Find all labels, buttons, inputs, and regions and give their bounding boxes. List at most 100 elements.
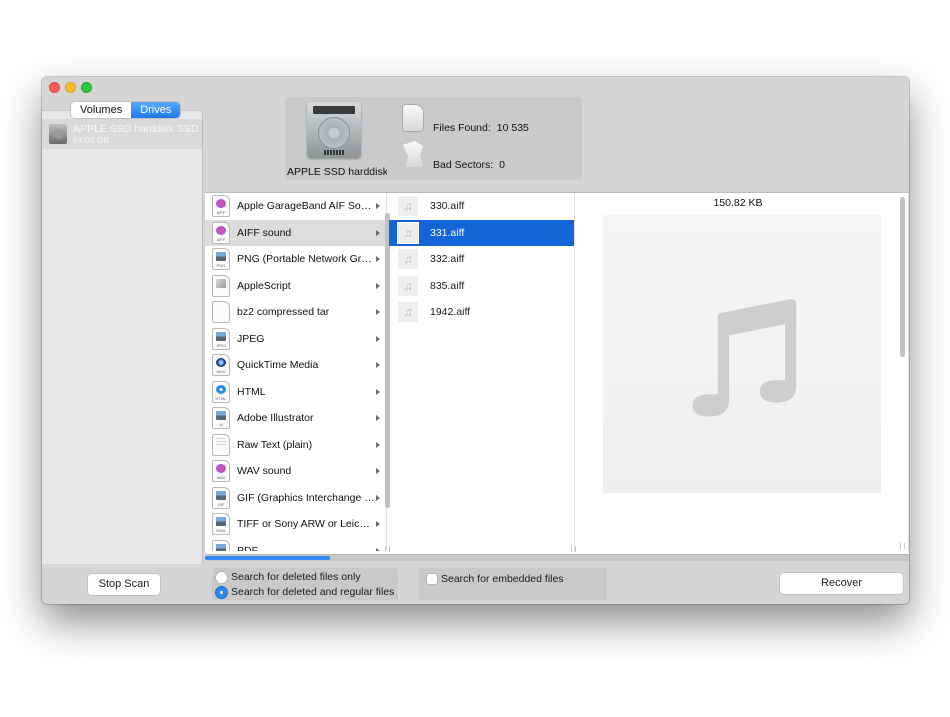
file-type-item[interactable]: PNG PNG (Portable Network Graphi... bbox=[205, 246, 386, 273]
file-type-glyph bbox=[216, 331, 226, 341]
preview-scrollbar[interactable] bbox=[900, 197, 905, 357]
drive-vent bbox=[324, 150, 344, 155]
file-type-item[interactable]: WAV WAV sound bbox=[205, 458, 386, 485]
drive-list-item[interactable]: APPLE SSD harddisk SSD 64.00 GB bbox=[42, 119, 202, 149]
audio-file-icon: ♫ bbox=[398, 249, 418, 270]
file-type-glyph bbox=[216, 411, 226, 421]
close-window-button[interactable] bbox=[49, 82, 60, 93]
drive-name: APPLE SSD harddisk SSD bbox=[73, 122, 199, 135]
files-found: Files Found: 10 535 bbox=[433, 122, 529, 134]
title-bar bbox=[42, 77, 909, 97]
file-size-label: 150.82 KB bbox=[713, 197, 763, 209]
file-ext-label: JPEG bbox=[215, 342, 227, 348]
file-ext-label: RAW bbox=[216, 528, 226, 534]
file-type-item[interactable]: AppleScript bbox=[205, 273, 386, 300]
column-resize-handle[interactable] bbox=[900, 543, 905, 549]
file-ext-label: WAV bbox=[216, 475, 226, 481]
file-name: 332.aiff bbox=[430, 253, 465, 266]
file-type-item[interactable]: bz2 compressed tar bbox=[205, 299, 386, 326]
image-file-icon: RAW bbox=[213, 514, 229, 535]
music-note-icon bbox=[692, 299, 797, 417]
radio-deleted-and-regular[interactable]: Search for deleted and regular files bbox=[216, 586, 394, 598]
file-type-glyph bbox=[216, 278, 226, 288]
image-file-icon: GIF bbox=[213, 487, 229, 508]
drive-text: APPLE SSD harddisk SSD 64.00 GB bbox=[73, 122, 199, 145]
file-type-item[interactable]: PDF bbox=[205, 538, 386, 551]
file-type-label: PNG (Portable Network Graphi... bbox=[237, 253, 375, 266]
bad-sectors-label: Bad Sectors: bbox=[433, 159, 494, 171]
files-column: ♫ 330.aiff ♫ 331.aiff ♫ 332.aiff ♫ 835.aiff ♫ 194… bbox=[389, 193, 575, 551]
scan-summary-panel: APPLE SSD harddisk SSD Files Found: 10 53… bbox=[285, 97, 582, 180]
file-type-label: GIF (Graphics Interchange For... bbox=[237, 491, 375, 504]
audio-file-icon: ♫ bbox=[398, 302, 418, 323]
file-list-item[interactable]: ♫ 330.aiff bbox=[389, 193, 574, 220]
file-type-item[interactable]: HTML HTML bbox=[205, 379, 386, 406]
horizontal-scrollbar-thumb[interactable] bbox=[205, 556, 330, 560]
file-type-item[interactable]: AIFF AIFF sound bbox=[205, 219, 386, 246]
file-list-item[interactable]: ♫ 332.aiff bbox=[389, 246, 574, 273]
file-type-label: JPEG bbox=[237, 332, 265, 345]
embedded-files-group: Search for embedded files bbox=[419, 568, 607, 600]
file-type-item[interactable]: AIFF Apple GarageBand AIF Sound... bbox=[205, 193, 386, 220]
radio-deleted-only[interactable]: Search for deleted files only bbox=[216, 571, 361, 583]
music-file-icon: WAV bbox=[213, 461, 229, 482]
music-file-icon: AIFF bbox=[213, 196, 229, 217]
file-type-glyph bbox=[216, 517, 226, 527]
file-type-glyph bbox=[216, 543, 226, 551]
file-ext-label: HTML bbox=[215, 395, 227, 401]
radio-button-selected[interactable] bbox=[216, 586, 227, 598]
file-type-item[interactable]: GIF GIF (Graphics Interchange For... bbox=[205, 485, 386, 512]
files-found-icon bbox=[403, 105, 423, 131]
file-type-item[interactable]: MOV QuickTime Media bbox=[205, 352, 386, 379]
hard-drive-icon bbox=[49, 124, 67, 144]
tab-volumes[interactable]: Volumes bbox=[71, 102, 132, 118]
app-window: Volumes Drives APPLE SSD harddisk SSD 64… bbox=[42, 77, 909, 604]
files-found-value: 10 535 bbox=[496, 122, 529, 134]
file-type-label: PDF bbox=[237, 544, 258, 551]
search-mode-group: Search for deleted files only Search for… bbox=[212, 568, 398, 600]
recover-button[interactable]: Recover bbox=[780, 573, 903, 594]
preview-pane: 150.82 KB bbox=[577, 193, 909, 551]
file-type-label: Apple GarageBand AIF Sound... bbox=[237, 200, 375, 213]
drives-sidebar: APPLE SSD harddisk SSD 64.00 GB bbox=[42, 110, 203, 564]
stop-scan-button[interactable]: Stop Scan bbox=[88, 574, 160, 595]
text-file-icon bbox=[213, 434, 229, 455]
image-file-icon bbox=[213, 540, 229, 551]
radio-button[interactable] bbox=[216, 571, 227, 583]
audio-file-icon: ♫ bbox=[398, 275, 418, 296]
blank-file-icon bbox=[213, 302, 229, 323]
files-found-label: Files Found: bbox=[433, 122, 491, 134]
file-ext-label: MOV bbox=[216, 369, 226, 375]
radio-deleted-only-label: Search for deleted files only bbox=[231, 571, 361, 583]
file-type-label: Raw Text (plain) bbox=[237, 438, 313, 451]
volumes-drives-segmented-control: Volumes Drives bbox=[71, 102, 181, 118]
chevron-right-icon bbox=[376, 335, 380, 342]
bad-sectors-value: 0 bbox=[499, 159, 505, 171]
file-type-label: AppleScript bbox=[237, 279, 291, 292]
file-type-glyph bbox=[216, 305, 226, 314]
bottom-toolbar: Stop Scan Search for deleted files only … bbox=[42, 564, 909, 604]
file-list-item[interactable]: ♫ 835.aiff bbox=[389, 273, 574, 300]
file-type-item[interactable]: Raw Text (plain) bbox=[205, 432, 386, 459]
file-list-item[interactable]: ♫ 331.aiff bbox=[389, 219, 574, 246]
bad-sectors: Bad Sectors: 0 bbox=[433, 159, 505, 171]
file-type-item[interactable]: RAW TIFF or Sony ARW or Leica raw... bbox=[205, 511, 386, 538]
file-list-item[interactable]: ♫ 1942.aiff bbox=[389, 299, 574, 326]
horizontal-scrollbar[interactable] bbox=[205, 554, 909, 561]
chevron-right-icon bbox=[376, 309, 380, 315]
file-type-item[interactable]: JPEG JPEG bbox=[205, 326, 386, 353]
maximize-window-button[interactable] bbox=[81, 82, 92, 93]
minimize-window-button[interactable] bbox=[65, 82, 76, 93]
embedded-files-checkbox-row[interactable]: Search for embedded files bbox=[427, 573, 564, 585]
tab-drives[interactable]: Drives bbox=[131, 102, 181, 118]
image-file-icon: PNG bbox=[213, 249, 229, 270]
drive-label-plate bbox=[313, 106, 355, 114]
embedded-files-label: Search for embedded files bbox=[441, 573, 564, 585]
file-type-item[interactable]: AI Adobe Illustrator bbox=[205, 405, 386, 432]
file-type-label: bz2 compressed tar bbox=[237, 306, 330, 319]
file-type-glyph bbox=[216, 384, 226, 394]
chevron-right-icon bbox=[376, 468, 380, 474]
embedded-files-checkbox[interactable] bbox=[427, 574, 437, 584]
column-resize-handle[interactable] bbox=[571, 546, 576, 552]
script-file-icon bbox=[213, 275, 229, 296]
